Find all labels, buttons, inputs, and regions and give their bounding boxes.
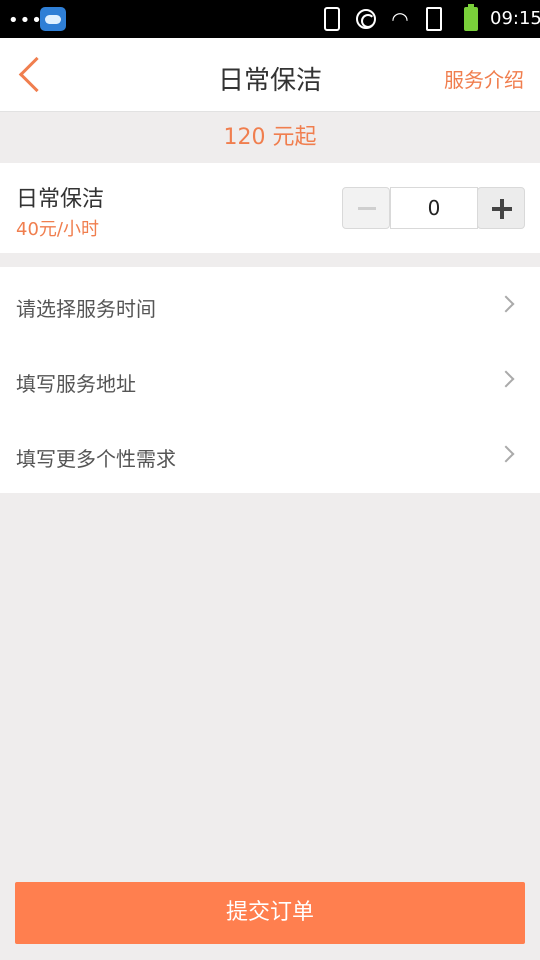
submit-order-button[interactable]: 提交订单 bbox=[15, 882, 525, 944]
chevron-right-icon bbox=[497, 295, 515, 313]
quantity-value[interactable]: 0 bbox=[390, 187, 478, 229]
list-item-extra-requirements[interactable]: 填写更多个性需求 bbox=[0, 417, 540, 492]
status-bar: ••• ◠ 09:15 bbox=[0, 0, 540, 38]
header: 日常保洁 服务介绍 bbox=[0, 38, 540, 112]
phone-vibrate-icon bbox=[324, 7, 340, 31]
list-item-label: 填写服务地址 bbox=[16, 372, 136, 396]
service-intro-link[interactable]: 服务介绍 bbox=[444, 64, 524, 93]
list-item-service-address[interactable]: 填写服务地址 bbox=[0, 342, 540, 417]
service-card: 日常保洁 40元/小时 0 bbox=[0, 163, 540, 253]
battery-icon bbox=[464, 4, 478, 31]
decrease-button[interactable] bbox=[342, 187, 390, 229]
sd-card-icon bbox=[426, 7, 442, 31]
chevron-right-icon bbox=[497, 370, 515, 388]
screen: ••• ◠ 09:15 日常保洁 服务介绍 120 元起 日常保洁 40元/小时… bbox=[0, 0, 540, 960]
chevron-right-icon bbox=[497, 445, 515, 463]
list-item-service-time[interactable]: 请选择服务时间 bbox=[0, 267, 540, 342]
list-item-label: 填写更多个性需求 bbox=[16, 447, 176, 471]
status-time: 09:15 bbox=[490, 8, 540, 29]
quantity-stepper: 0 bbox=[342, 187, 526, 229]
increase-button[interactable] bbox=[477, 187, 525, 229]
service-name: 日常保洁 bbox=[16, 187, 105, 212]
overflow-dots-icon: ••• bbox=[8, 10, 43, 31]
order-options-list: 请选择服务时间 填写服务地址 填写更多个性需求 bbox=[0, 267, 540, 493]
wifi-icon: ◠ bbox=[391, 7, 409, 31]
c-icon bbox=[356, 9, 376, 29]
starting-price: 120 元起 bbox=[223, 125, 317, 150]
service-rate: 40元/小时 bbox=[16, 219, 99, 240]
list-item-label: 请选择服务时间 bbox=[16, 297, 156, 321]
app-cloud-icon bbox=[40, 7, 66, 31]
